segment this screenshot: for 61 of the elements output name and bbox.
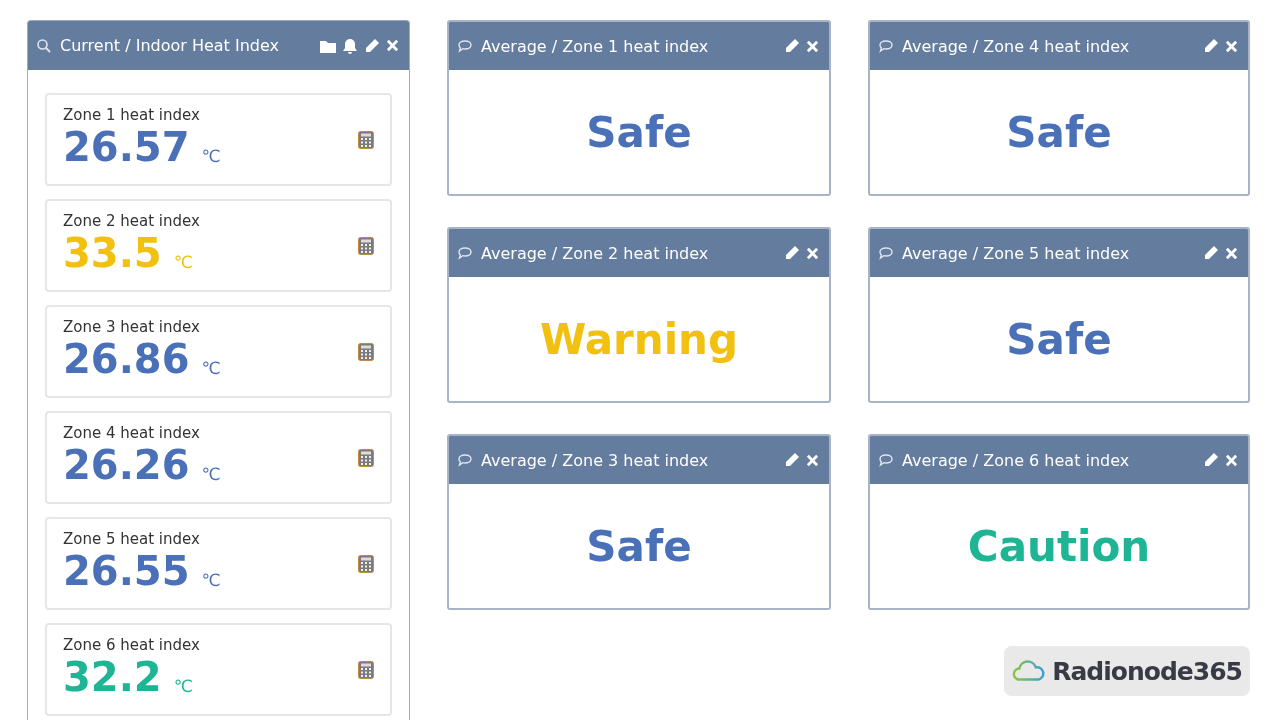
speech-bubble-icon <box>457 453 473 467</box>
panel-title: Average / Zone 4 heat index <box>902 36 1131 56</box>
status-label: Safe <box>586 521 692 571</box>
panel-title: Average / Zone 1 heat index <box>481 36 710 56</box>
calculator-icon[interactable] <box>358 448 374 467</box>
folder-icon[interactable] <box>320 38 336 53</box>
zone-value: 26.55 <box>63 547 190 594</box>
pencil-icon[interactable] <box>1203 38 1219 54</box>
zone-label: Zone 3 heat index <box>63 317 201 336</box>
status-label: Safe <box>1006 314 1112 364</box>
zone-value: 26.57 <box>63 123 190 170</box>
panel-title: Average / Zone 5 heat index <box>902 243 1131 263</box>
calculator-icon[interactable] <box>358 342 374 361</box>
calculator-icon[interactable] <box>358 660 374 679</box>
close-icon[interactable] <box>806 453 819 467</box>
calculator-icon[interactable] <box>358 236 374 255</box>
close-icon[interactable] <box>386 39 399 52</box>
unit-label: ℃ <box>201 569 221 590</box>
panel-title: Average / Zone 6 heat index <box>902 450 1131 470</box>
zone-label: Zone 2 heat index <box>63 211 201 230</box>
speech-bubble-icon <box>878 246 894 260</box>
unit-label: ℃ <box>201 357 221 378</box>
speech-bubble-icon <box>878 453 894 467</box>
unit-label: ℃ <box>201 145 221 166</box>
panel-title: Average / Zone 3 heat index <box>481 450 710 470</box>
status-label: Safe <box>586 107 692 157</box>
panel-title: Current / Indoor Heat Index <box>60 36 280 55</box>
zone-label: Zone 1 heat index <box>63 105 201 124</box>
logo-text: Radionode365 <box>1052 656 1242 686</box>
bell-icon[interactable] <box>342 37 358 54</box>
zone-value: 26.86 <box>63 335 190 382</box>
pencil-icon[interactable] <box>784 245 800 261</box>
pencil-icon[interactable] <box>1203 245 1219 261</box>
pencil-icon[interactable] <box>784 452 800 468</box>
close-icon[interactable] <box>1225 39 1238 53</box>
close-icon[interactable] <box>1225 246 1238 260</box>
status-label: Safe <box>1006 107 1112 157</box>
search-icon[interactable] <box>36 37 52 54</box>
zone-value: 32.2 <box>63 653 162 700</box>
close-icon[interactable] <box>806 39 819 53</box>
zone-label: Zone 4 heat index <box>63 423 201 442</box>
close-icon[interactable] <box>1225 453 1238 467</box>
unit-label: ℃ <box>201 463 221 484</box>
speech-bubble-icon <box>457 246 473 260</box>
status-label: Caution <box>967 521 1151 571</box>
zone-label: Zone 6 heat index <box>63 635 201 654</box>
close-icon[interactable] <box>806 246 819 260</box>
unit-label: ℃ <box>173 251 193 272</box>
panel-title: Average / Zone 2 heat index <box>481 243 710 263</box>
speech-bubble-icon <box>878 39 894 53</box>
zone-value: 26.26 <box>63 441 190 488</box>
calculator-icon[interactable] <box>358 130 374 149</box>
zone-label: Zone 5 heat index <box>63 529 201 548</box>
pencil-icon[interactable] <box>364 37 380 54</box>
pencil-icon[interactable] <box>1203 452 1219 468</box>
unit-label: ℃ <box>173 675 193 696</box>
pencil-icon[interactable] <box>784 38 800 54</box>
zone-value: 33.5 <box>63 229 162 276</box>
calculator-icon[interactable] <box>358 554 374 573</box>
speech-bubble-icon <box>457 39 473 53</box>
status-label: Warning <box>539 314 739 364</box>
